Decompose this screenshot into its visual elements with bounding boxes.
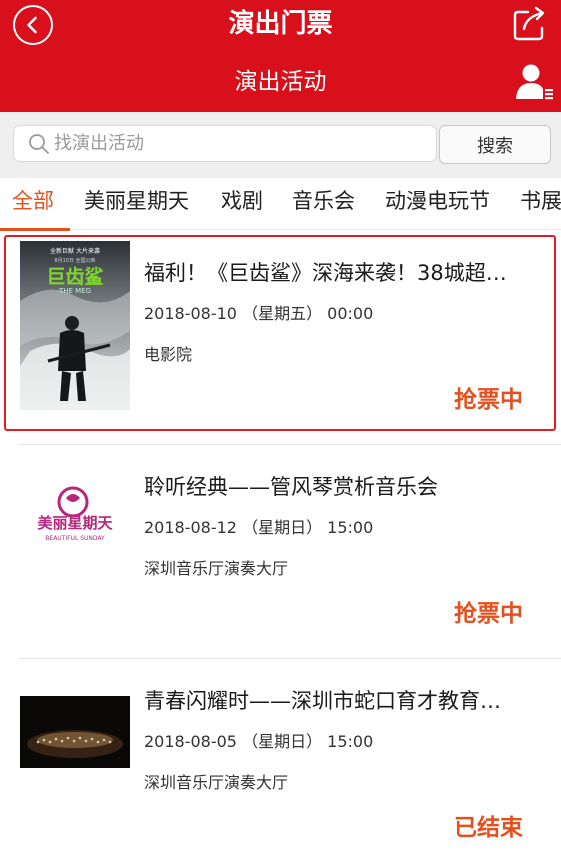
active-tab-indicator — [0, 228, 70, 231]
search-input[interactable] — [54, 133, 414, 154]
app-title: 演出门票 — [228, 9, 333, 39]
search-bar: 搜索 — [0, 112, 561, 178]
event-status: 抢票中 — [454, 601, 523, 627]
event-status: 已结束 — [454, 815, 523, 841]
search-button[interactable]: 搜索 — [439, 125, 551, 164]
event-poster: 美丽星期天 BEAUTIFUL SUNDAY — [20, 476, 130, 556]
event-status: 抢票中 — [454, 387, 523, 413]
event-date: 2018-08-05 （星期日） 15:00 — [144, 732, 374, 751]
event-date: 2018-08-10 （星期五） 00:00 — [144, 304, 374, 323]
page: 演出门票 演出活动 搜索 — [0, 0, 561, 867]
poster-subtext: 8月10日 全国公映 — [54, 257, 95, 264]
category-tabs: 全部 美丽星期天 戏剧 音乐会 动漫电玩节 书展 — [0, 178, 561, 230]
share-icon — [513, 6, 545, 41]
event-date: 2018-08-12 （星期日） 15:00 — [144, 518, 374, 537]
divider — [19, 444, 561, 445]
tab-book-fair[interactable]: 书展 — [520, 178, 561, 229]
event-item[interactable]: 全新巨献 大片来袭 8月10日 全国公映 巨齿鲨 THE MEG 福利！《巨齿鲨… — [0, 232, 561, 445]
event-poster — [20, 696, 130, 768]
poster-logo-en: THE MEG — [58, 287, 91, 295]
page-subtitle: 演出活动 — [234, 69, 327, 95]
share-button[interactable] — [512, 4, 548, 42]
user-button[interactable] — [514, 62, 554, 102]
tab-beautiful-sunday[interactable]: 美丽星期天 — [84, 178, 189, 229]
event-item[interactable]: 美丽星期天 BEAUTIFUL SUNDAY 聆听经典——管风琴赏析音乐会 20… — [0, 446, 561, 659]
event-venue: 深圳音乐厅演奏大厅 — [144, 559, 289, 578]
poster-logo: 巨齿鲨 — [46, 265, 103, 288]
tab-drama[interactable]: 戏剧 — [221, 178, 263, 229]
event-venue: 电影院 — [144, 345, 193, 364]
event-poster: 全新巨献 大片来袭 8月10日 全国公映 巨齿鲨 THE MEG — [20, 241, 130, 410]
tab-all[interactable]: 全部 — [12, 178, 54, 229]
search-field[interactable] — [13, 125, 437, 162]
event-title: 福利！《巨齿鲨》深海来袭！38城超… — [144, 261, 507, 285]
event-title: 青春闪耀时——深圳市蛇口育才教育… — [144, 689, 501, 713]
divider — [19, 658, 561, 659]
poster-top-text: 全新巨献 大片来袭 — [50, 247, 100, 255]
tab-anime-game-festival[interactable]: 动漫电玩节 — [385, 178, 490, 229]
event-title: 聆听经典——管风琴赏析音乐会 — [144, 475, 438, 499]
search-icon — [29, 133, 49, 154]
poster-logo-en: BEAUTIFUL SUNDAY — [45, 535, 105, 542]
event-item[interactable]: 青春闪耀时——深圳市蛇口育才教育… 2018-08-05 （星期日） 15:00… — [0, 660, 561, 867]
event-venue: 深圳音乐厅演奏大厅 — [144, 773, 289, 792]
poster-logo: 美丽星期天 — [37, 514, 113, 532]
tab-concert[interactable]: 音乐会 — [292, 178, 355, 229]
header: 演出门票 演出活动 — [0, 0, 561, 112]
user-list-icon — [516, 64, 553, 100]
